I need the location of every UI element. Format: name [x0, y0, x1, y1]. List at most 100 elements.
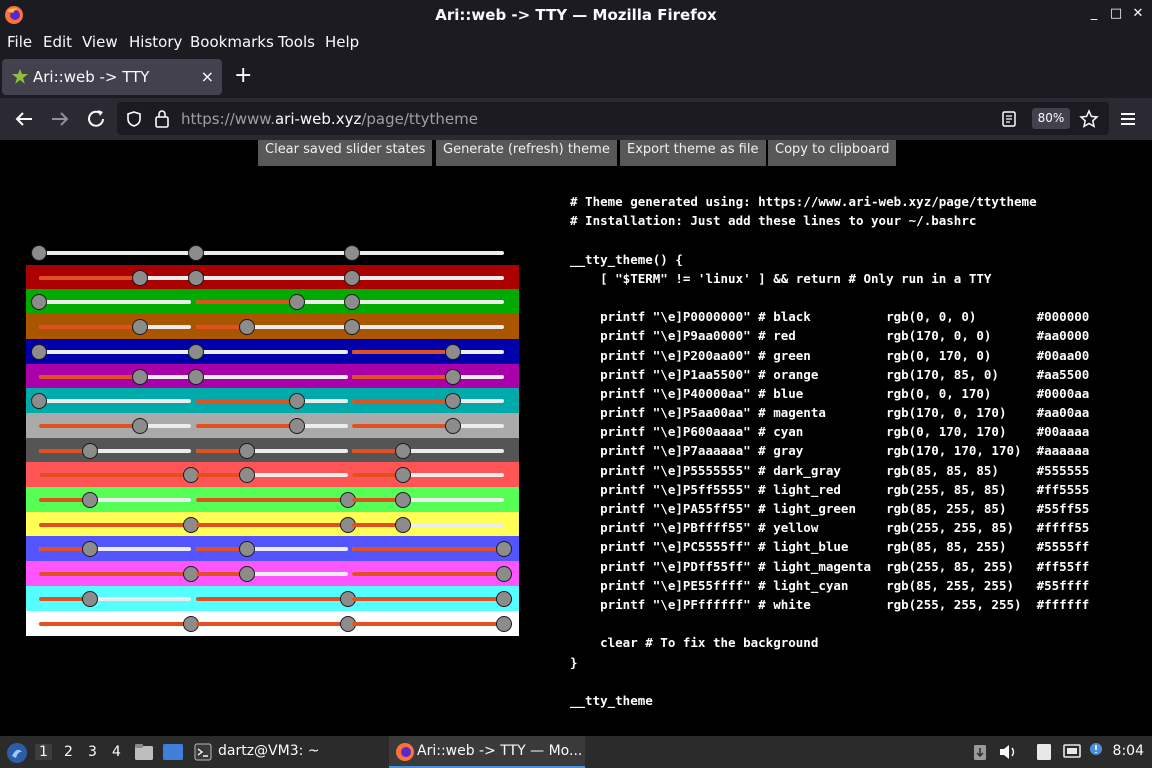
slider-thumb[interactable]	[394, 492, 411, 508]
notes-icon[interactable]	[1034, 742, 1054, 762]
blue-channel-slider[interactable]	[352, 448, 504, 453]
slider-thumb[interactable]	[188, 343, 204, 360]
slider-thumb[interactable]	[81, 492, 98, 508]
shield-icon[interactable]	[125, 110, 143, 128]
tab-active[interactable]: Ari::web -> TTY ×	[2, 59, 222, 95]
green-channel-slider[interactable]	[196, 448, 348, 453]
copy-to-clipboard-button[interactable]: Copy to clipboard	[768, 140, 897, 166]
green-channel-slider[interactable]	[196, 423, 348, 428]
blue-channel-slider[interactable]	[352, 374, 504, 379]
menu-edit[interactable]: Edit	[43, 33, 72, 51]
slider-thumb[interactable]	[238, 319, 255, 336]
red-channel-slider[interactable]	[39, 325, 191, 330]
green-channel-slider[interactable]	[196, 473, 348, 478]
blue-channel-slider[interactable]	[352, 621, 504, 626]
blue-channel-slider[interactable]	[352, 423, 504, 428]
red-channel-slider[interactable]	[39, 621, 191, 626]
blue-channel-slider[interactable]	[352, 572, 504, 577]
slider-thumb[interactable]	[445, 368, 462, 385]
slider-thumb[interactable]	[238, 442, 255, 459]
slider-thumb[interactable]	[188, 269, 204, 286]
blue-channel-slider[interactable]	[352, 522, 504, 527]
green-channel-slider[interactable]	[196, 572, 348, 577]
red-channel-slider[interactable]	[39, 251, 191, 255]
tab-close-button[interactable]: ×	[201, 67, 214, 86]
red-channel-slider[interactable]	[39, 275, 191, 280]
back-arrow-icon[interactable]	[12, 107, 36, 131]
slider-thumb[interactable]	[238, 467, 255, 484]
blue-channel-slider[interactable]	[352, 349, 504, 354]
green-channel-slider[interactable]	[196, 325, 348, 330]
green-channel-slider[interactable]	[196, 251, 348, 255]
green-channel-slider[interactable]	[196, 621, 348, 626]
blue-channel-slider[interactable]	[352, 275, 504, 280]
red-channel-slider[interactable]	[39, 349, 191, 354]
slider-thumb[interactable]	[445, 417, 462, 434]
green-channel-slider[interactable]	[196, 300, 348, 305]
reload-icon[interactable]	[84, 107, 108, 131]
slider-thumb[interactable]	[31, 245, 47, 261]
slider-thumb[interactable]	[445, 393, 462, 410]
slider-thumb[interactable]	[81, 590, 98, 607]
export-theme-button[interactable]: Export theme as file	[620, 140, 766, 166]
workspace-1[interactable]: 1	[35, 744, 52, 760]
reader-view-icon[interactable]	[1001, 110, 1017, 128]
forward-arrow-icon[interactable]	[48, 107, 72, 131]
red-channel-slider[interactable]	[39, 547, 191, 552]
slider-thumb[interactable]	[289, 417, 306, 434]
new-tab-button[interactable]: +	[234, 64, 252, 88]
slider-thumb[interactable]	[238, 566, 255, 583]
slider-thumb[interactable]	[394, 467, 411, 484]
red-channel-slider[interactable]	[39, 300, 191, 305]
file-manager-icon[interactable]	[134, 743, 154, 761]
slider-thumb[interactable]	[289, 393, 306, 410]
workspace-4[interactable]: 4	[112, 744, 121, 760]
slider-thumb[interactable]	[344, 269, 360, 286]
red-channel-slider[interactable]	[39, 522, 191, 527]
red-channel-slider[interactable]	[39, 498, 191, 502]
slider-thumb[interactable]	[81, 442, 98, 459]
menu-help[interactable]: Help	[325, 33, 359, 51]
clipboard-icon[interactable]	[972, 743, 988, 761]
generate-theme-button[interactable]: Generate (refresh) theme	[436, 140, 617, 166]
slider-thumb[interactable]	[132, 269, 149, 286]
slider-thumb[interactable]	[188, 368, 204, 385]
red-channel-slider[interactable]	[39, 448, 191, 453]
blue-channel-slider[interactable]	[352, 300, 504, 305]
blue-channel-slider[interactable]	[352, 251, 504, 255]
slider-thumb[interactable]	[445, 343, 462, 360]
red-channel-slider[interactable]	[39, 596, 191, 601]
blue-channel-slider[interactable]	[352, 325, 504, 330]
blue-channel-slider[interactable]	[352, 596, 504, 601]
slider-thumb[interactable]	[31, 294, 47, 311]
menu-view[interactable]: View	[82, 33, 118, 51]
slider-thumb[interactable]	[289, 294, 306, 311]
minimize-button[interactable]: _	[1086, 5, 1102, 23]
notification-icon[interactable]	[1088, 741, 1104, 757]
blue-channel-slider[interactable]	[352, 498, 504, 502]
green-channel-slider[interactable]	[196, 399, 348, 404]
clear-slider-states-button[interactable]: Clear saved slider states	[258, 140, 433, 166]
slider-thumb[interactable]	[132, 319, 149, 336]
red-channel-slider[interactable]	[39, 423, 191, 428]
red-channel-slider[interactable]	[39, 374, 191, 379]
slider-thumb[interactable]	[496, 590, 512, 607]
address-bar[interactable]: https://www.ari-web.xyz/page/ttytheme 80…	[117, 102, 1109, 135]
lock-icon[interactable]	[153, 109, 171, 129]
slider-thumb[interactable]	[188, 245, 204, 261]
url-text[interactable]: https://www.ari-web.xyz/page/ttytheme	[181, 110, 478, 128]
slider-thumb[interactable]	[238, 541, 255, 558]
green-channel-slider[interactable]	[196, 547, 348, 552]
green-channel-slider[interactable]	[196, 275, 348, 280]
taskbar-terminal-window[interactable]: dartz@VM3: ~	[218, 743, 320, 759]
volume-icon[interactable]	[998, 743, 1018, 761]
green-channel-slider[interactable]	[196, 596, 348, 601]
slider-thumb[interactable]	[496, 566, 512, 583]
close-window-button[interactable]: ✕	[1130, 5, 1146, 23]
menu-history[interactable]: History	[129, 33, 182, 51]
red-channel-slider[interactable]	[39, 399, 191, 404]
slider-thumb[interactable]	[496, 541, 512, 558]
slider-thumb[interactable]	[394, 442, 411, 459]
slider-thumb[interactable]	[344, 294, 360, 311]
bookmark-star-icon[interactable]	[1079, 109, 1099, 129]
